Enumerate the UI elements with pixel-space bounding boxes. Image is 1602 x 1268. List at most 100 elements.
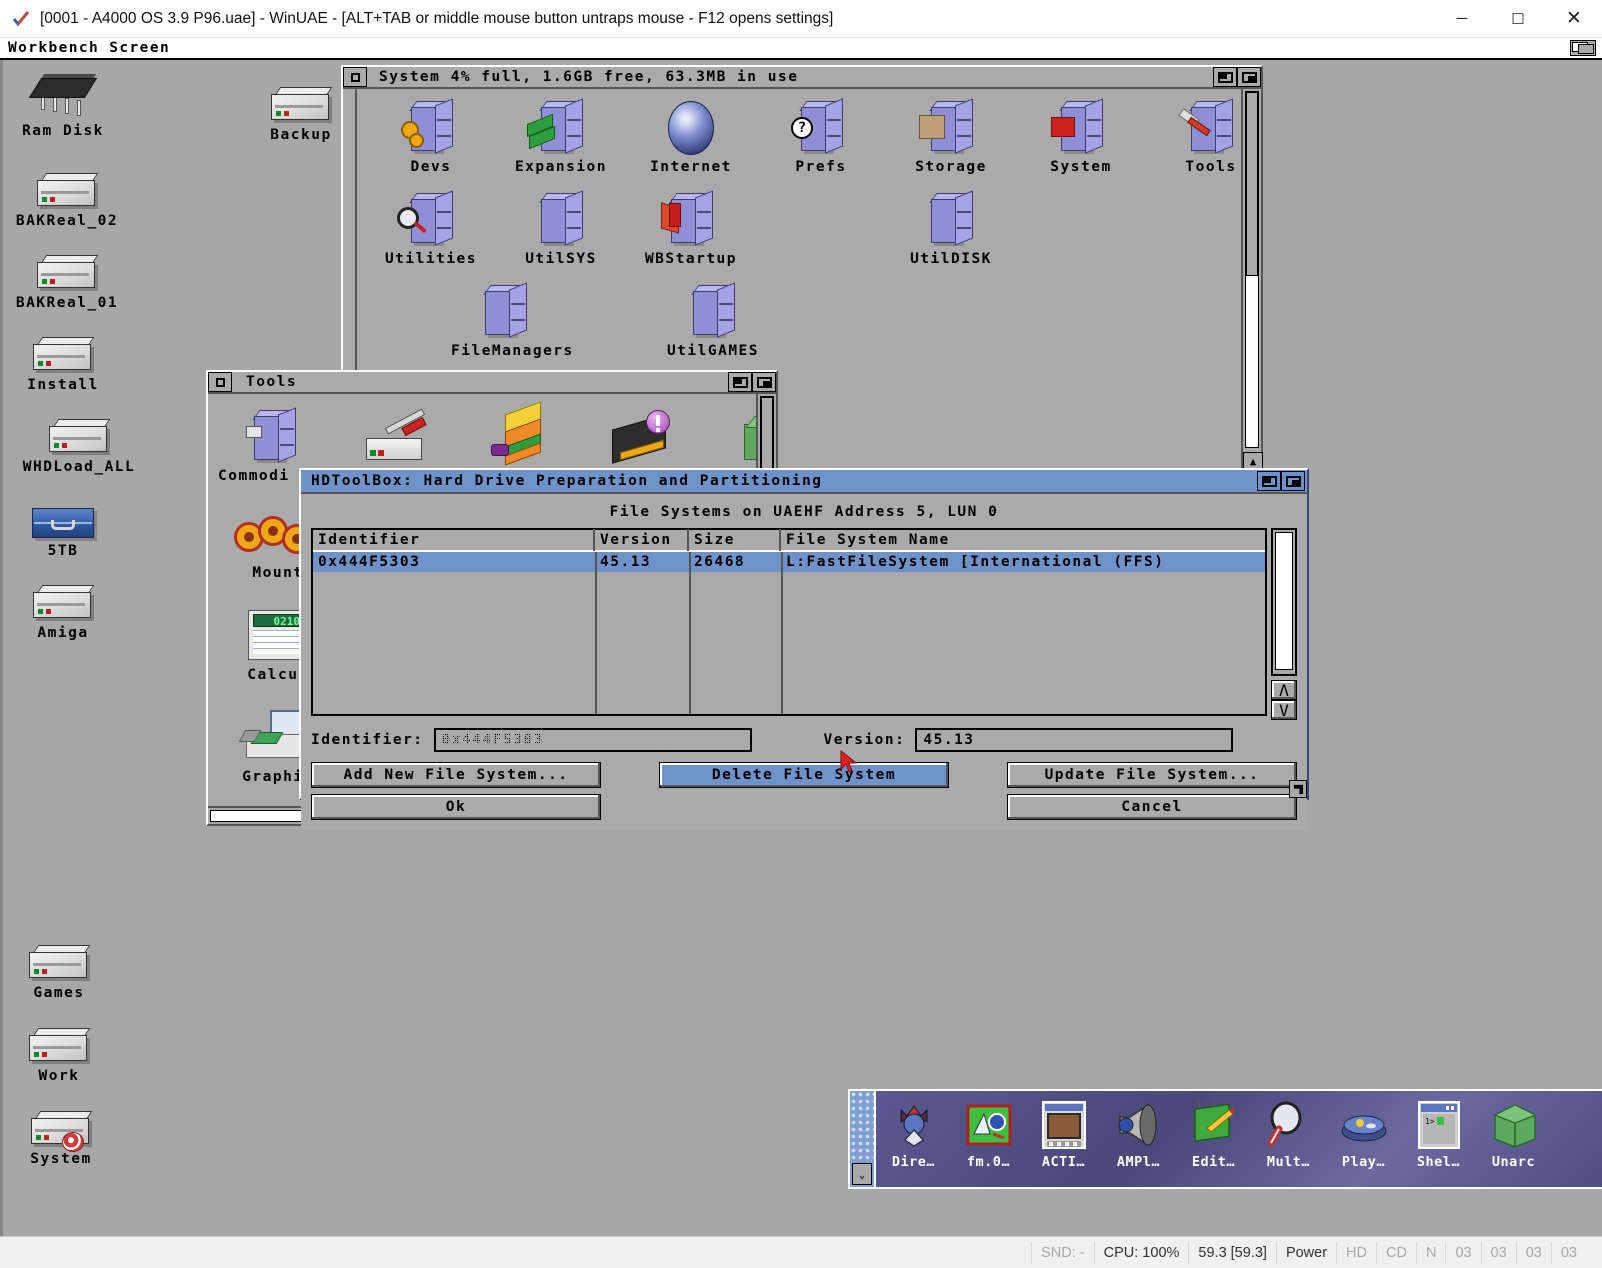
drawer-item-internet[interactable]: Internet bbox=[637, 95, 745, 175]
dock-item-fm0[interactable]: fm.0… bbox=[951, 1091, 1026, 1187]
column-header-filesystem-name: File System Name bbox=[786, 532, 950, 548]
status-df3: 03 bbox=[1550, 1241, 1586, 1264]
tools-item-hdtoolbox-icon[interactable] bbox=[350, 402, 446, 464]
drawer-magnifier-icon bbox=[377, 187, 485, 247]
desktop-icon-label: Ram Disk bbox=[22, 123, 104, 139]
drawer-open-icon bbox=[637, 187, 745, 247]
hdtoolbox-titlebar[interactable]: HDToolBox: Hard Drive Preparation and Pa… bbox=[301, 470, 1307, 494]
delete-file-system-button[interactable]: Delete File System bbox=[659, 762, 949, 788]
dock-item-label: Dire… bbox=[891, 1154, 936, 1170]
player-disc-icon bbox=[1336, 1097, 1392, 1153]
zoom-gadget[interactable] bbox=[1237, 67, 1261, 87]
drawer-item-utilities[interactable]: Utilities bbox=[377, 187, 485, 267]
desktop-icon-label: BAKReal_01 bbox=[15, 295, 119, 311]
drawer-item-expansion[interactable]: Expansion bbox=[507, 95, 615, 175]
list-scroll-track[interactable] bbox=[1271, 528, 1297, 676]
zoom-gadget[interactable] bbox=[752, 372, 776, 392]
desktop-icon-5tb[interactable]: 5TB bbox=[3, 488, 123, 559]
drawer-item-filemanagers[interactable]: FileManagers bbox=[451, 279, 572, 359]
dock-collapse-button[interactable]: ⌄ bbox=[852, 1163, 872, 1185]
depth-gadget[interactable] bbox=[1213, 67, 1237, 87]
dock-items: Dire… fm.0… ACTI… AMPl… Edit… Mult… Play… bbox=[876, 1091, 1602, 1187]
version-input[interactable]: 45.13 bbox=[915, 728, 1234, 752]
maximize-button[interactable]: ☐ bbox=[1490, 0, 1546, 38]
close-button[interactable]: ✕ bbox=[1546, 0, 1602, 38]
cell-identifier: 0x444F5303 bbox=[318, 554, 421, 570]
hdtoolbox-window[interactable]: HDToolBox: Hard Drive Preparation and Pa… bbox=[299, 468, 1309, 830]
dock-item-action[interactable]: ACTI… bbox=[1026, 1091, 1101, 1187]
drawer-item-prefs[interactable]: ? Prefs bbox=[767, 95, 875, 175]
system-window-vscrollbar[interactable]: ▲ ▼ bbox=[1241, 89, 1263, 488]
cell-filesystem-name: L:FastFileSystem [International (FFS) bbox=[786, 554, 1165, 570]
minimize-button[interactable]: ─ bbox=[1434, 0, 1490, 38]
system-window-title: System 4% full, 1.6GB free, 63.3MB in us… bbox=[379, 69, 799, 85]
identifier-input[interactable]: 0x444F5303 bbox=[433, 728, 752, 752]
hdtoolbox-size-gadget[interactable] bbox=[1289, 780, 1307, 798]
workbench-desktop[interactable]: Ram Disk BAKReal_02 BAKReal_01 Install W… bbox=[0, 60, 1602, 1268]
workbench-screen-bar[interactable]: Workbench Screen bbox=[0, 38, 1602, 60]
drive-icon bbox=[7, 240, 127, 292]
drawer-item-system[interactable]: System bbox=[1027, 95, 1135, 175]
filesystems-list[interactable]: Identifier Version Size File System Name… bbox=[311, 528, 1267, 716]
shell-window-icon: 1> bbox=[1411, 1097, 1467, 1153]
zoom-gadget[interactable] bbox=[1281, 471, 1305, 491]
table-row[interactable]: 0x444F5303 45.13 26468 L:FastFileSystem … bbox=[313, 552, 1265, 572]
drawer-item-utilgames[interactable]: UtilGAMES bbox=[659, 279, 767, 359]
drawer-label: Devs bbox=[410, 159, 452, 175]
system-window-titlebar[interactable]: System 4% full, 1.6GB free, 63.3MB in us… bbox=[343, 67, 1261, 89]
desktop-icon-ram-disk[interactable]: Ram Disk bbox=[3, 68, 123, 139]
desktop-icon-bakreal-02[interactable]: BAKReal_02 bbox=[7, 158, 127, 229]
tools-window-title: Tools bbox=[246, 374, 298, 390]
desktop-icon-amiga[interactable]: Amiga bbox=[3, 570, 123, 641]
dock-item-label: Mult… bbox=[1266, 1154, 1311, 1170]
list-scroll-down-button[interactable]: V bbox=[1271, 700, 1297, 720]
drawer-item-utildisk[interactable]: UtilDISK bbox=[897, 187, 1005, 267]
winuae-logo-icon bbox=[12, 10, 30, 28]
dock-item-label: Unarc bbox=[1491, 1154, 1536, 1170]
depth-gadget[interactable] bbox=[728, 372, 752, 392]
desktop-icon-work[interactable]: Work bbox=[0, 1013, 119, 1084]
dock-item-directory-opus[interactable]: Dire… bbox=[876, 1091, 951, 1187]
list-scroll-up-button[interactable]: Λ bbox=[1271, 680, 1297, 700]
dock-item-amplifier[interactable]: AMPl… bbox=[1101, 1091, 1176, 1187]
drawer-item-utilsys[interactable]: UtilSYS bbox=[507, 187, 615, 267]
drawer-gears-icon bbox=[377, 95, 485, 155]
status-sound: SND: - bbox=[1031, 1241, 1094, 1264]
amidock-bar[interactable]: ⌄ Dire… fm.0… ACTI… AMPl… Edit… Mult… Pl… bbox=[848, 1089, 1602, 1189]
drawer-item-storage[interactable]: Storage bbox=[897, 95, 1005, 175]
cancel-button[interactable]: Cancel bbox=[1007, 794, 1297, 820]
tools-item-commodities[interactable] bbox=[226, 402, 322, 464]
tools-item-keyboard[interactable] bbox=[598, 402, 694, 464]
desktop-icon-bakreal-01[interactable]: BAKReal_01 bbox=[7, 240, 127, 311]
desktop-icon-install[interactable]: Install bbox=[3, 322, 123, 393]
update-file-system-button[interactable]: Update File System... bbox=[1007, 762, 1297, 788]
dock-item-player[interactable]: Play… bbox=[1326, 1091, 1401, 1187]
vscroll-thumb[interactable] bbox=[1246, 92, 1258, 276]
close-gadget[interactable] bbox=[208, 372, 232, 392]
screen-depth-gadget[interactable] bbox=[1570, 40, 1596, 56]
dock-item-shell[interactable]: 1> Shel… bbox=[1401, 1091, 1476, 1187]
desktop-icon-system[interactable]: System bbox=[1, 1096, 121, 1167]
drawer-item-wbstartup[interactable]: WBStartup bbox=[637, 187, 745, 267]
tools-window-titlebar[interactable]: Tools bbox=[208, 372, 776, 394]
close-gadget[interactable] bbox=[343, 67, 367, 87]
list-scroll-thumb[interactable] bbox=[1275, 532, 1293, 671]
drawer-box-icon bbox=[897, 95, 1005, 155]
depth-gadget[interactable] bbox=[1257, 471, 1281, 491]
dock-handle[interactable]: ⌄ bbox=[850, 1091, 876, 1187]
drawer-item-devs[interactable]: Devs bbox=[377, 95, 485, 175]
desktop-icon-whdload-all[interactable]: WHDLoad_ALL bbox=[19, 404, 139, 475]
drawer-icon bbox=[659, 279, 767, 339]
status-net: N bbox=[1415, 1241, 1445, 1264]
add-new-file-system-button[interactable]: Add New File System... bbox=[311, 762, 601, 788]
desktop-icon-games[interactable]: Games bbox=[0, 930, 119, 1001]
tools-item-books[interactable] bbox=[474, 401, 570, 466]
dock-item-editor[interactable]: Edit… bbox=[1176, 1091, 1251, 1187]
filesystems-list-scrollbar[interactable]: Λ V bbox=[1271, 528, 1297, 720]
dock-item-unarc[interactable]: Unarc bbox=[1476, 1091, 1551, 1187]
version-value: 45.13 bbox=[923, 732, 975, 748]
dock-item-multiview[interactable]: Mult… bbox=[1251, 1091, 1326, 1187]
action-movie-icon bbox=[1036, 1097, 1092, 1153]
ok-button[interactable]: Ok bbox=[311, 794, 601, 820]
speaker-icon bbox=[1111, 1097, 1167, 1153]
